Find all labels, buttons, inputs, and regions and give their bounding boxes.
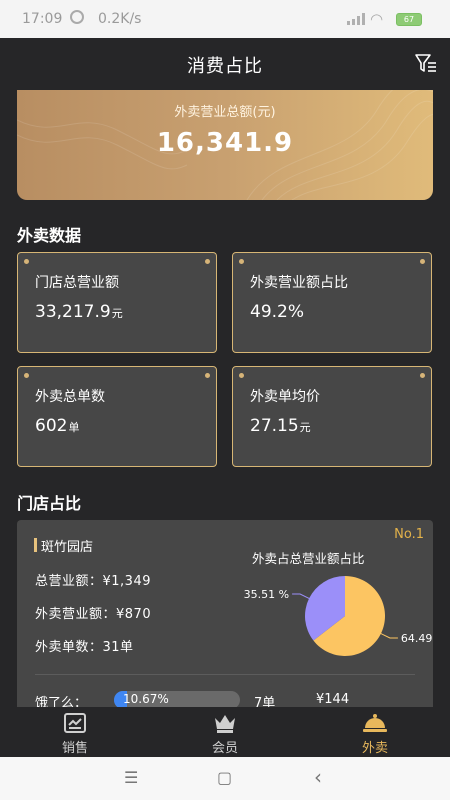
- back-icon[interactable]: ‹: [314, 765, 322, 789]
- platform-amount: ¥144: [316, 692, 350, 707]
- tab-label: 会员: [211, 741, 238, 756]
- card-dot: [205, 373, 210, 378]
- pie-label-line: [378, 632, 398, 639]
- banner-label: 外卖营业总额(元): [174, 105, 276, 120]
- section-title-store: 门店占比: [17, 494, 82, 513]
- page-title: 消费占比: [187, 56, 263, 77]
- store-rank: No.1: [394, 527, 424, 542]
- alarm-icon: [70, 10, 84, 24]
- store-name-marker: [34, 538, 37, 552]
- card-store-revenue: 门店总营业额 33,217.9元: [17, 252, 217, 353]
- pie-label-line: [292, 593, 312, 600]
- card-label: 外卖营业额占比: [250, 275, 348, 291]
- card-dot: [420, 259, 425, 264]
- card-dot: [205, 259, 210, 264]
- card-dot: [239, 373, 244, 378]
- wifi-icon: ◠: [370, 10, 384, 28]
- card-avg-order-price: 外卖单均价 27.15元: [232, 366, 432, 467]
- sales-chart-icon: [64, 713, 86, 733]
- platform-progress-label: 10.67%: [123, 692, 169, 706]
- status-bar: 17:09 0.2K/s ◠ 67: [0, 0, 450, 38]
- pie-data-label: 64.49 %: [401, 632, 433, 645]
- bottom-tab-bar: 销售 会员 外卖: [0, 707, 450, 757]
- pie-data-label: 35.51 %: [244, 588, 289, 601]
- card-value: 27.15元: [250, 416, 311, 436]
- signal-icon: [347, 13, 365, 25]
- card-value: 49.2%: [250, 302, 305, 322]
- system-nav-bar: ☰ ▢ ‹: [0, 757, 450, 800]
- card-dot: [24, 259, 29, 264]
- pie-title: 外卖占总营业额占比: [252, 551, 365, 566]
- store-name: 斑竹园店: [41, 540, 94, 555]
- card-delivery-ratio: 外卖营业额占比 49.2%: [232, 252, 432, 353]
- status-time: 17:09: [22, 11, 63, 27]
- card-dot: [420, 373, 425, 378]
- section-title-delivery: 外卖数据: [17, 226, 82, 245]
- card-value: 33,217.9元: [35, 302, 123, 322]
- battery-icon: 67: [396, 13, 422, 26]
- tab-members[interactable]: 会员: [150, 707, 300, 757]
- top-nav: 消费占比: [0, 38, 450, 90]
- home-icon[interactable]: ▢: [217, 768, 232, 787]
- menu-icon[interactable]: ☰: [124, 768, 138, 787]
- store-delivery-revenue: 外卖营业额：¥870: [35, 607, 152, 622]
- tab-label: 销售: [61, 741, 88, 756]
- cloche-icon: [363, 714, 387, 732]
- tab-delivery[interactable]: 外卖: [300, 707, 450, 757]
- store-ratio-card[interactable]: No.1 斑竹园店 总营业额：¥1,349 外卖营业额：¥870 外卖单数：31…: [17, 520, 433, 720]
- card-label: 门店总营业额: [35, 275, 119, 291]
- crown-icon: [215, 715, 235, 733]
- card-dot: [24, 373, 29, 378]
- card-value: 602单: [35, 416, 80, 436]
- card-label: 外卖总单数: [35, 389, 105, 405]
- tab-label: 外卖: [361, 741, 388, 756]
- card-label: 外卖单均价: [250, 389, 320, 405]
- divider: [35, 674, 415, 675]
- pie-chart: 64.49 % 35.51 %: [244, 576, 433, 656]
- network-speed: 0.2K/s: [98, 11, 142, 27]
- store-total-revenue: 总营业额：¥1,349: [35, 574, 151, 589]
- card-dot: [239, 259, 244, 264]
- card-delivery-orders: 外卖总单数 602单: [17, 366, 217, 467]
- tab-sales[interactable]: 销售: [0, 707, 150, 757]
- delivery-total-banner: 外卖营业总额(元) 16,341.9: [17, 90, 433, 200]
- banner-value: 16,341.9: [156, 128, 294, 158]
- store-delivery-orders: 外卖单数：31单: [35, 640, 134, 655]
- filter-icon[interactable]: [414, 52, 438, 74]
